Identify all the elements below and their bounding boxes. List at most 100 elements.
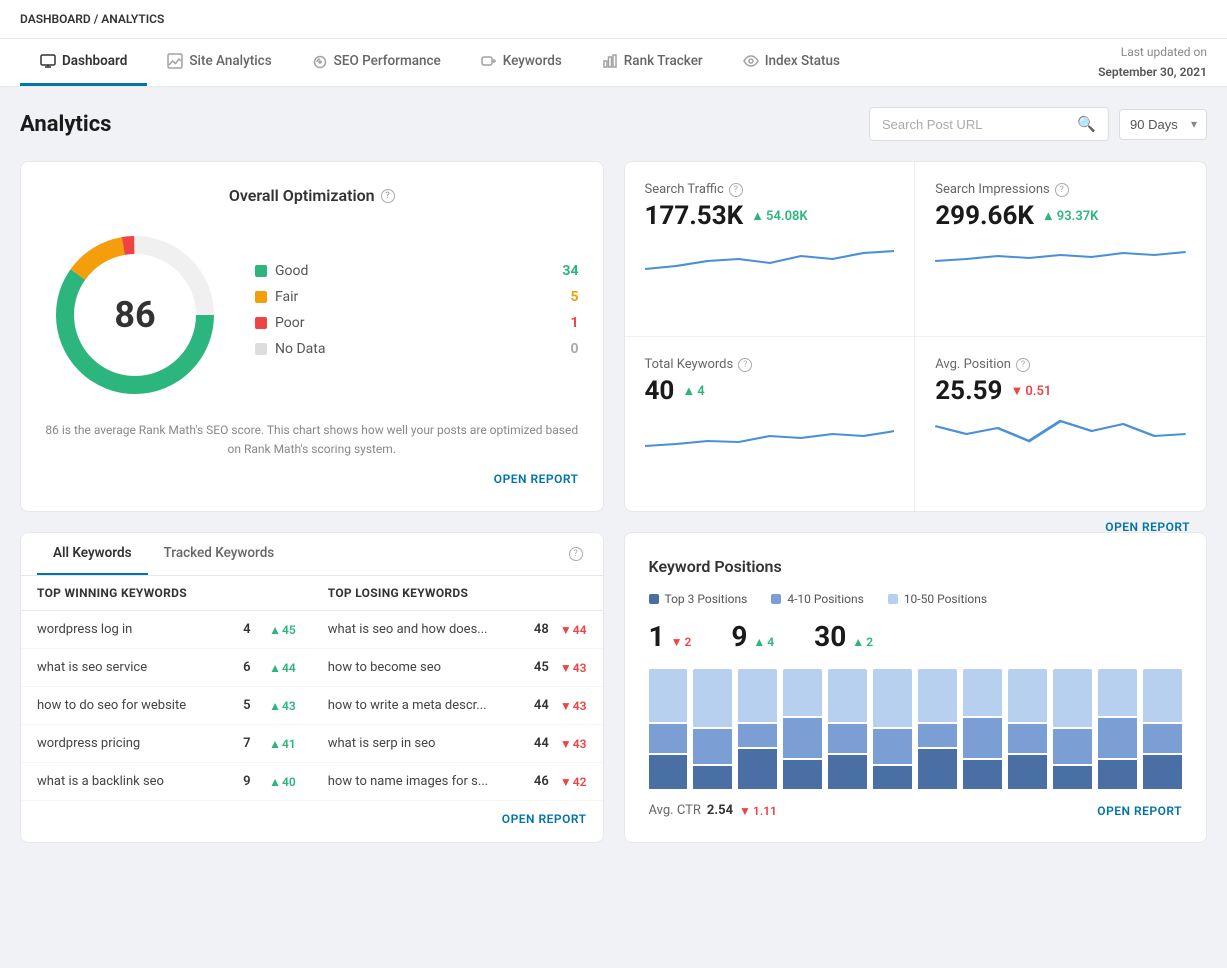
losing-header: Top Losing Keywords bbox=[312, 576, 603, 610]
optimization-report-link[interactable]: OPEN REPORT bbox=[494, 472, 579, 486]
kp-stat-change-0: ▼ 2 bbox=[671, 635, 692, 649]
stats-grid: Search Traffic ? 177.53K ▲ 54.08K Search… bbox=[625, 162, 1207, 511]
bar-column bbox=[649, 669, 688, 789]
search-impressions-label: Search Impressions ? bbox=[935, 182, 1186, 197]
tab-dashboard[interactable]: Dashboard bbox=[20, 39, 147, 86]
search-traffic-block: Search Traffic ? 177.53K ▲ 54.08K bbox=[625, 162, 916, 337]
search-impressions-sparkline bbox=[935, 231, 1186, 281]
optimization-info-icon[interactable]: ? bbox=[381, 189, 395, 203]
kp-stat-change-1: ▲ 4 bbox=[753, 635, 774, 649]
kp-legend-10-50-dot bbox=[888, 594, 898, 604]
tab-site-analytics[interactable]: Site Analytics bbox=[147, 39, 291, 86]
kp-legend: Top 3 Positions 4-10 Positions 10-50 Pos… bbox=[649, 592, 1183, 606]
kw-win-change-0: ▲ 45 bbox=[269, 623, 296, 637]
search-icon: 🔍 bbox=[1077, 115, 1096, 133]
total-keywords-block: Total Keywords ? 40 ▲ 4 bbox=[625, 337, 916, 511]
kw-lose-3: what is serp in seo 44 ▼ 43 bbox=[312, 725, 603, 762]
kp-legend-top3: Top 3 Positions bbox=[649, 592, 748, 606]
kw-row-3: wordpress pricing 7 ▲ 41 what is serp in… bbox=[21, 725, 603, 763]
total-keywords-sparkline bbox=[645, 406, 895, 456]
avg-position-sparkline bbox=[935, 406, 1186, 456]
page-title: Analytics bbox=[20, 112, 111, 137]
gauge-icon bbox=[312, 53, 328, 69]
search-impressions-block: Search Impressions ? 299.66K ▲ 93.37K bbox=[915, 162, 1206, 337]
total-keywords-info[interactable]: ? bbox=[738, 358, 752, 372]
keywords-open-report: OPEN REPORT bbox=[21, 801, 603, 837]
bar-column bbox=[1008, 669, 1047, 789]
avg-ctr: Avg. CTR 2.54 ▼ 1.11 bbox=[649, 803, 777, 818]
days-select-wrap: 90 Days 7 Days 30 Days bbox=[1119, 109, 1207, 140]
kw-win-change-2: ▲ 43 bbox=[269, 699, 296, 713]
bar-column bbox=[828, 669, 867, 789]
keywords-report-link[interactable]: OPEN REPORT bbox=[502, 812, 587, 826]
legend-fair: Fair 5 bbox=[255, 289, 579, 305]
legend-fair-dot bbox=[255, 291, 267, 303]
kw-lose-change-4: ▼ 42 bbox=[560, 775, 587, 789]
search-traffic-info[interactable]: ? bbox=[729, 183, 743, 197]
kw-row-0: wordpress log in 4 ▲ 45 what is seo and … bbox=[21, 611, 603, 649]
kp-title: Keyword Positions bbox=[649, 557, 1183, 576]
kw-tab-list: All Keywords Tracked Keywords bbox=[37, 533, 290, 575]
kw-row-2: how to do seo for website 5 ▲ 43 how to … bbox=[21, 687, 603, 725]
kw-lose-change-1: ▼ 43 bbox=[560, 661, 587, 675]
winning-header: Top Winning Keywords bbox=[21, 576, 312, 610]
keywords-info-icon[interactable]: ? bbox=[569, 547, 583, 561]
total-keywords-change: ▲ 4 bbox=[682, 383, 704, 399]
donut-chart: 86 bbox=[45, 225, 225, 405]
legend-poor: Poor 1 bbox=[255, 315, 579, 331]
search-impressions-info[interactable]: ? bbox=[1055, 183, 1069, 197]
kw-win-change-3: ▲ 41 bbox=[269, 737, 296, 751]
bar-column bbox=[873, 669, 912, 789]
kw-win-2: how to do seo for website 5 ▲ 43 bbox=[21, 687, 312, 724]
last-updated: Last updated on September 30, 2021 bbox=[1098, 43, 1207, 81]
kw-win-change-1: ▲ 44 bbox=[269, 661, 296, 675]
avg-position-change: ▼ 0.51 bbox=[1010, 383, 1051, 399]
bar-column bbox=[783, 669, 822, 789]
kw-win-4: what is a backlink seo 9 ▲ 40 bbox=[21, 763, 312, 800]
search-traffic-value: 177.53K ▲ 54.08K bbox=[645, 201, 895, 231]
breadcrumb-separator: / bbox=[94, 12, 99, 26]
header-controls: 🔍 90 Days 7 Days 30 Days bbox=[869, 107, 1207, 141]
avg-position-label: Avg. Position ? bbox=[935, 357, 1186, 372]
tab-seo-performance[interactable]: SEO Performance bbox=[292, 39, 461, 86]
tab-all-keywords[interactable]: All Keywords bbox=[37, 533, 148, 575]
tab-index-status[interactable]: Index Status bbox=[723, 39, 860, 86]
chart-icon bbox=[167, 53, 183, 69]
kp-stat-val-0: 1 ▼ 2 bbox=[649, 620, 692, 653]
breadcrumb-dashboard[interactable]: DASHBOARD bbox=[20, 12, 91, 26]
avg-position-info[interactable]: ? bbox=[1016, 358, 1030, 372]
days-select[interactable]: 90 Days 7 Days 30 Days bbox=[1119, 109, 1207, 140]
main-content: Analytics 🔍 90 Days 7 Days 30 Days Overa… bbox=[0, 87, 1227, 863]
kp-legend-4-10-dot bbox=[771, 594, 781, 604]
monitor-icon bbox=[40, 53, 56, 69]
kw-win-1: what is seo service 6 ▲ 44 bbox=[21, 649, 312, 686]
kw-win-0: wordpress log in 4 ▲ 45 bbox=[21, 611, 312, 648]
kp-report-link[interactable]: OPEN REPORT bbox=[1097, 804, 1182, 818]
optimization-open-report: OPEN REPORT bbox=[45, 471, 579, 487]
search-impressions-change: ▲ 93.37K bbox=[1042, 208, 1099, 224]
kw-row-4: what is a backlink seo 9 ▲ 40 how to nam… bbox=[21, 763, 603, 801]
kp-stat-val-1: 9 ▲ 4 bbox=[731, 620, 774, 653]
tab-keywords[interactable]: Keywords bbox=[461, 39, 582, 86]
legend-nodata-dot bbox=[255, 343, 267, 355]
kp-stat-1: 9 ▲ 4 bbox=[731, 620, 774, 653]
optimization-legend: Good 34 Fair 5 Poor 1 N bbox=[255, 263, 579, 367]
kw-win-change-4: ▲ 40 bbox=[269, 775, 296, 789]
optimization-body: 86 Good 34 Fair 5 bbox=[45, 225, 579, 405]
search-traffic-change: ▲ 54.08K bbox=[751, 208, 808, 224]
tab-rank-tracker[interactable]: Rank Tracker bbox=[582, 39, 723, 86]
kp-stat-val-2: 30 ▲ 2 bbox=[814, 620, 873, 653]
kp-legend-top3-dot bbox=[649, 594, 659, 604]
tab-tracked-keywords[interactable]: Tracked Keywords bbox=[148, 533, 291, 575]
search-traffic-sparkline bbox=[645, 231, 895, 281]
optimization-desc: 86 is the average Rank Math's SEO score.… bbox=[45, 421, 579, 459]
legend-good: Good 34 bbox=[255, 263, 579, 279]
kw-column-headers: Top Winning Keywords Top Losing Keywords bbox=[21, 576, 603, 611]
kp-stat-change-2: ▲ 2 bbox=[852, 635, 873, 649]
top-row: Overall Optimization ? bbox=[20, 161, 1207, 512]
search-input[interactable] bbox=[882, 117, 1069, 132]
eye-icon bbox=[743, 53, 759, 69]
optimization-title: Overall Optimization ? bbox=[45, 186, 579, 205]
search-box[interactable]: 🔍 bbox=[869, 107, 1109, 141]
kw-win-3: wordpress pricing 7 ▲ 41 bbox=[21, 725, 312, 762]
